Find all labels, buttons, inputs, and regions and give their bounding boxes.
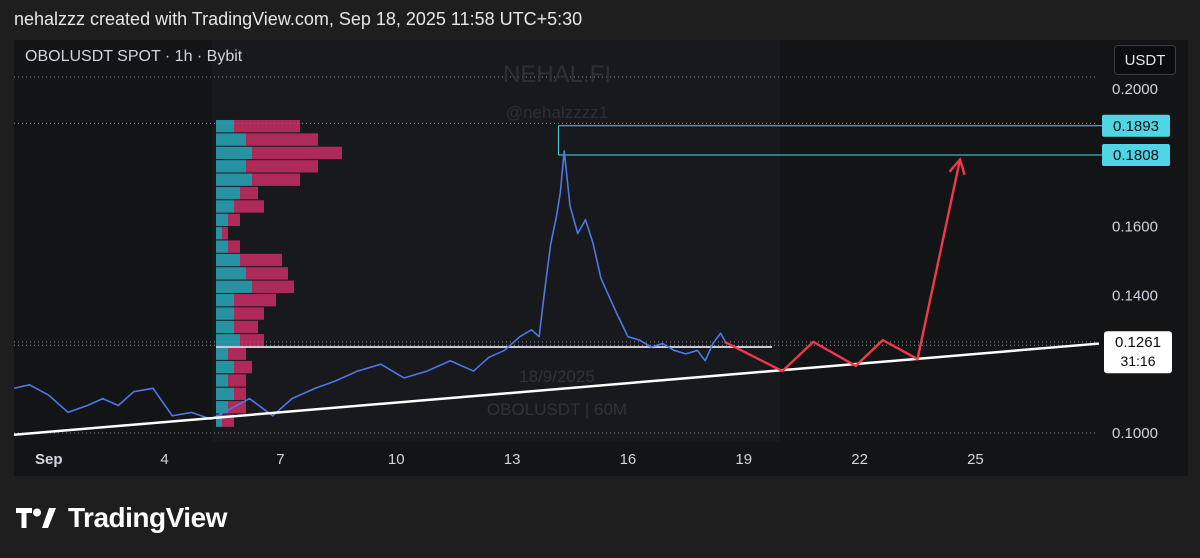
volume-profile-buy-13 [216,240,228,253]
y-axis-tick-1: 0.1600 [1112,219,1158,236]
price-chart[interactable]: NEHAL.FI @nehalzzzz1 18/9/2025 OBOLUSDT | 6… [14,40,1188,476]
x-axis-tick-5: 16 [620,451,637,468]
volume-profile-buy-21 [216,133,246,146]
volume-profile-buy-10 [216,280,252,293]
volume-profile-sell-8 [234,307,264,320]
watermark-title: NEHAL.FI [503,61,611,88]
y-axis-tick-3: 0.1000 [1112,425,1158,442]
volume-profile-sell-4 [234,360,252,374]
center-watermark-symbol: OBOLUSDT | 60M [487,400,627,419]
y-axis-tick-0: 0.2000 [1112,81,1158,98]
volume-profile-sell-5 [228,347,246,360]
volume-profile-sell-12 [240,253,282,267]
volume-profile-buy-19 [216,160,246,173]
tradingview-logo-icon [16,508,56,528]
symbol-info[interactable]: OBOLUSDT SPOT · 1h · Bybit [25,48,242,66]
tradingview-brand: TradingView [68,502,227,533]
volume-profile-sell-9 [234,293,276,307]
date-range-highlight [212,40,780,442]
center-watermark-date: 18/9/2025 [519,367,595,386]
volume-profile-sell-11 [246,267,288,280]
volume-profile-buy-4 [216,360,234,374]
watermark-handle: @nehalzzzz1 [506,103,608,122]
volume-profile-buy-12 [216,253,240,267]
y-axis-tick-2: 0.1400 [1112,287,1158,304]
volume-profile-buy-3 [216,374,228,387]
x-axis-tick-4: 13 [504,451,521,468]
volume-profile-sell-3 [228,374,246,387]
volume-profile-sell-21 [246,133,318,146]
volume-profile-sell-6 [240,334,264,347]
x-axis-tick-1: 4 [160,451,168,468]
volume-profile-buy-15 [216,213,228,227]
volume-profile-sell-7 [234,320,258,334]
volume-profile-sell-13 [228,240,240,253]
x-axis-tick-6: 19 [735,451,752,468]
volume-profile-buy-9 [216,293,234,307]
tradingview-logo[interactable]: TradingView [16,502,227,534]
volume-profile-buy-14 [216,227,222,240]
volume-profile-sell-22 [234,119,300,133]
volume-profile-sell-10 [252,280,294,293]
resistance-level-label-0: 0.1893 [1113,118,1159,135]
volume-profile-sell-17 [240,186,258,200]
volume-profile-sell-2 [234,387,246,401]
x-axis-tick-0: Sep [35,451,63,468]
x-axis-tick-3: 10 [388,451,405,468]
volume-profile-sell-18 [252,173,300,186]
volume-profile-buy-17 [216,186,240,200]
chart-panel[interactable]: NEHAL.FI @nehalzzzz1 18/9/2025 OBOLUSDT | 6… [14,40,1188,476]
volume-profile-buy-18 [216,173,252,186]
x-axis-tick-7: 22 [851,451,868,468]
volume-profile-buy-2 [216,387,234,401]
volume-profile-buy-20 [216,146,252,160]
volume-profile-sell-20 [252,146,342,160]
volume-profile-sell-1 [228,401,246,414]
volume-profile-sell-14 [222,227,228,240]
x-axis-tick-8: 25 [967,451,984,468]
volume-profile-buy-7 [216,320,234,334]
volume-profile-buy-6 [216,334,240,347]
current-price-countdown: 31:16 [1120,353,1155,369]
current-price-label: 0.1261 [1115,334,1161,351]
volume-profile-buy-16 [216,200,234,213]
volume-profile-sell-19 [246,160,318,173]
chart-header: nehalzzz created with TradingView.com, S… [14,9,583,29]
resistance-level-label-1: 0.1808 [1113,147,1159,164]
volume-profile-sell-16 [234,200,264,213]
currency-button[interactable]: USDT [1114,45,1176,75]
volume-profile-buy-8 [216,307,234,320]
volume-profile-buy-5 [216,347,228,360]
volume-profile-buy-22 [216,119,234,133]
volume-profile-buy-11 [216,267,246,280]
volume-profile-sell-15 [228,213,240,227]
x-axis-tick-2: 7 [276,451,284,468]
